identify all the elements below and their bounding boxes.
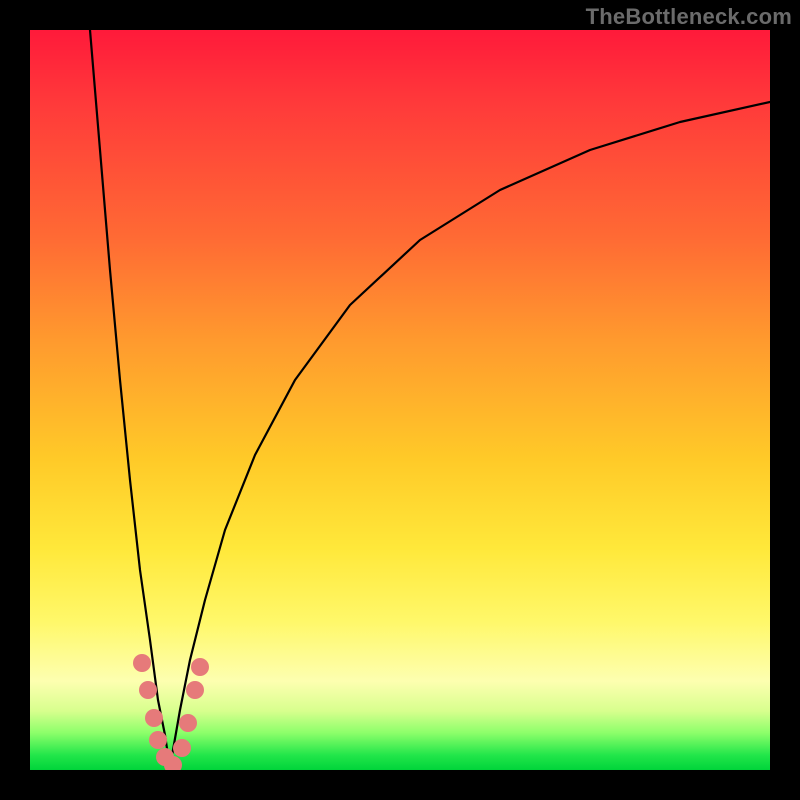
chart-frame: TheBottleneck.com [0, 0, 800, 800]
curve-left-branch [90, 30, 170, 770]
chart-svg [30, 30, 770, 770]
watermark-text: TheBottleneck.com [586, 4, 792, 30]
curve-dots [133, 654, 209, 770]
curve-right-branch [170, 102, 770, 770]
plot-area [30, 30, 770, 770]
